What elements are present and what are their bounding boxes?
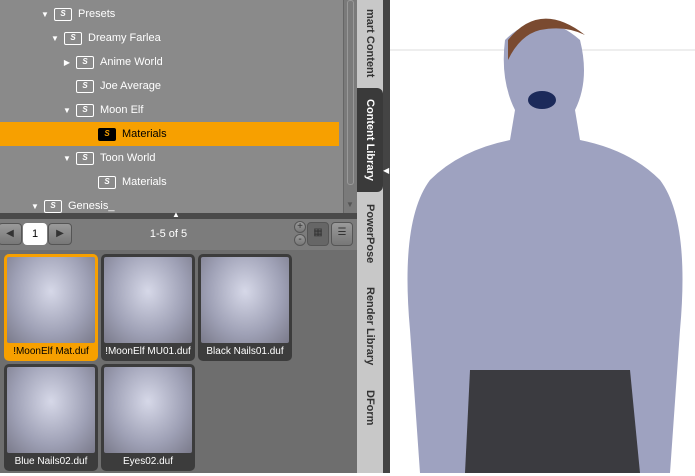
zoom-out-button[interactable]: - [294, 234, 306, 246]
folder-icon: S [76, 55, 94, 69]
figure-render [390, 18, 695, 473]
folder-icon: S [64, 31, 82, 45]
tree-item[interactable]: S Materials [0, 122, 339, 146]
tree-item-label: Materials [122, 128, 167, 140]
item-label: !MoonElf Mat.duf [13, 346, 89, 357]
item-thumbnail [104, 257, 192, 343]
side-tab-label: Content Library [364, 99, 376, 181]
expanded-arrow-icon[interactable]: ▼ [62, 154, 72, 163]
content-item[interactable]: Eyes02.duf [101, 364, 195, 471]
tree-item[interactable]: ▶ S Anime World [0, 50, 339, 74]
collapsed-arrow-icon[interactable]: ▶ [62, 58, 72, 67]
zoom-in-button[interactable]: + [294, 221, 306, 233]
tree-item[interactable]: ▼ S Presets [0, 2, 339, 26]
tree-item[interactable]: ▼ S Dreamy Farlea [0, 26, 339, 50]
3d-viewport[interactable] [390, 0, 695, 473]
tree-item-label: Toon World [100, 152, 156, 164]
scroll-down-arrow[interactable]: ▼ [346, 200, 354, 209]
expanded-arrow-icon[interactable]: ▼ [30, 202, 40, 211]
folder-icon: S [98, 175, 116, 189]
folder-tree: ▼ S Presets ▼ S Dreamy Farlea ▶ S Anime World S Jo… [0, 0, 343, 213]
expanded-arrow-icon[interactable]: ▼ [62, 106, 72, 115]
list-view-button[interactable]: ☰ [331, 222, 353, 246]
item-label: Eyes02.duf [122, 456, 174, 467]
tree-item[interactable]: ▼ S Genesis_ [0, 194, 339, 213]
tree-item-label: Dreamy Farlea [88, 32, 161, 44]
item-thumbnail [7, 257, 95, 343]
pane-divider[interactable]: ◀ [383, 0, 390, 473]
side-tab[interactable]: PowerPose [357, 194, 383, 274]
collapse-arrow-icon[interactable]: ◀ [383, 166, 389, 175]
tree-item[interactable]: ▼ S Moon Elf [0, 98, 339, 122]
tree-item-label: Materials [122, 176, 167, 188]
tree-item-label: Presets [78, 8, 116, 20]
item-label: Black Nails01.duf [206, 346, 284, 357]
scrollbar-thumb[interactable] [347, 0, 354, 185]
tree-item-label: Joe Average [100, 80, 161, 92]
item-label: Blue Nails02.duf [14, 456, 88, 467]
expanded-arrow-icon[interactable]: ▼ [40, 10, 50, 19]
content-item[interactable]: Black Nails01.duf [198, 254, 292, 361]
tree-item-label: Moon Elf [100, 104, 144, 116]
splitter-arrow-icon: ▲ [172, 210, 180, 219]
side-tab-label: DForm [364, 390, 376, 426]
grid-icon: ▦ [313, 227, 323, 238]
side-tab-label: mart Content [364, 8, 376, 78]
content-item[interactable]: Blue Nails02.duf [4, 364, 98, 471]
side-tab-label: Render Library [364, 286, 376, 366]
tree-item[interactable]: S Joe Average [0, 74, 339, 98]
folder-icon: S [54, 7, 72, 21]
grid-view-button[interactable]: ▦ [307, 222, 329, 246]
item-thumbnail [104, 367, 192, 453]
content-grid: !MoonElf Mat.duf !MoonElf MU01.duf Black N… [0, 250, 357, 473]
side-tab[interactable]: mart Content [357, 0, 383, 86]
tree-item[interactable]: S Materials [0, 170, 339, 194]
side-tab[interactable]: DForm [357, 378, 383, 438]
folder-icon: S [76, 103, 94, 117]
side-tab[interactable]: Render Library [357, 276, 383, 376]
content-item[interactable]: !MoonElf Mat.duf [4, 254, 98, 361]
item-thumbnail [7, 367, 95, 453]
folder-icon: S [76, 79, 94, 93]
folder-icon: S [76, 151, 94, 165]
side-tab-strip: mart Content Content Library PowerPose Rend… [357, 0, 383, 473]
side-tab-label: PowerPose [364, 204, 376, 264]
content-library-panel: ▼ S Presets ▼ S Dreamy Farlea ▶ S Anime World S Jo… [0, 0, 357, 473]
expanded-arrow-icon[interactable]: ▼ [50, 34, 60, 43]
side-tab[interactable]: Content Library [357, 88, 383, 192]
item-thumbnail [201, 257, 289, 343]
folder-icon: S [44, 199, 62, 213]
tree-item-label: Anime World [100, 56, 163, 68]
browser-toolbar: ◀ 1 ▶ 1-5 of 5 + - ▦ ☰ [0, 219, 357, 250]
item-label: !MoonElf MU01.duf [105, 346, 191, 357]
content-item[interactable]: !MoonElf MU01.duf [101, 254, 195, 361]
tree-item[interactable]: ▼ S Toon World [0, 146, 339, 170]
tree-item-label: Genesis_ [68, 200, 115, 212]
tree-scrollbar[interactable]: ▼ [343, 0, 357, 213]
list-icon: ☰ [337, 227, 347, 238]
folder-icon: S [98, 127, 116, 141]
